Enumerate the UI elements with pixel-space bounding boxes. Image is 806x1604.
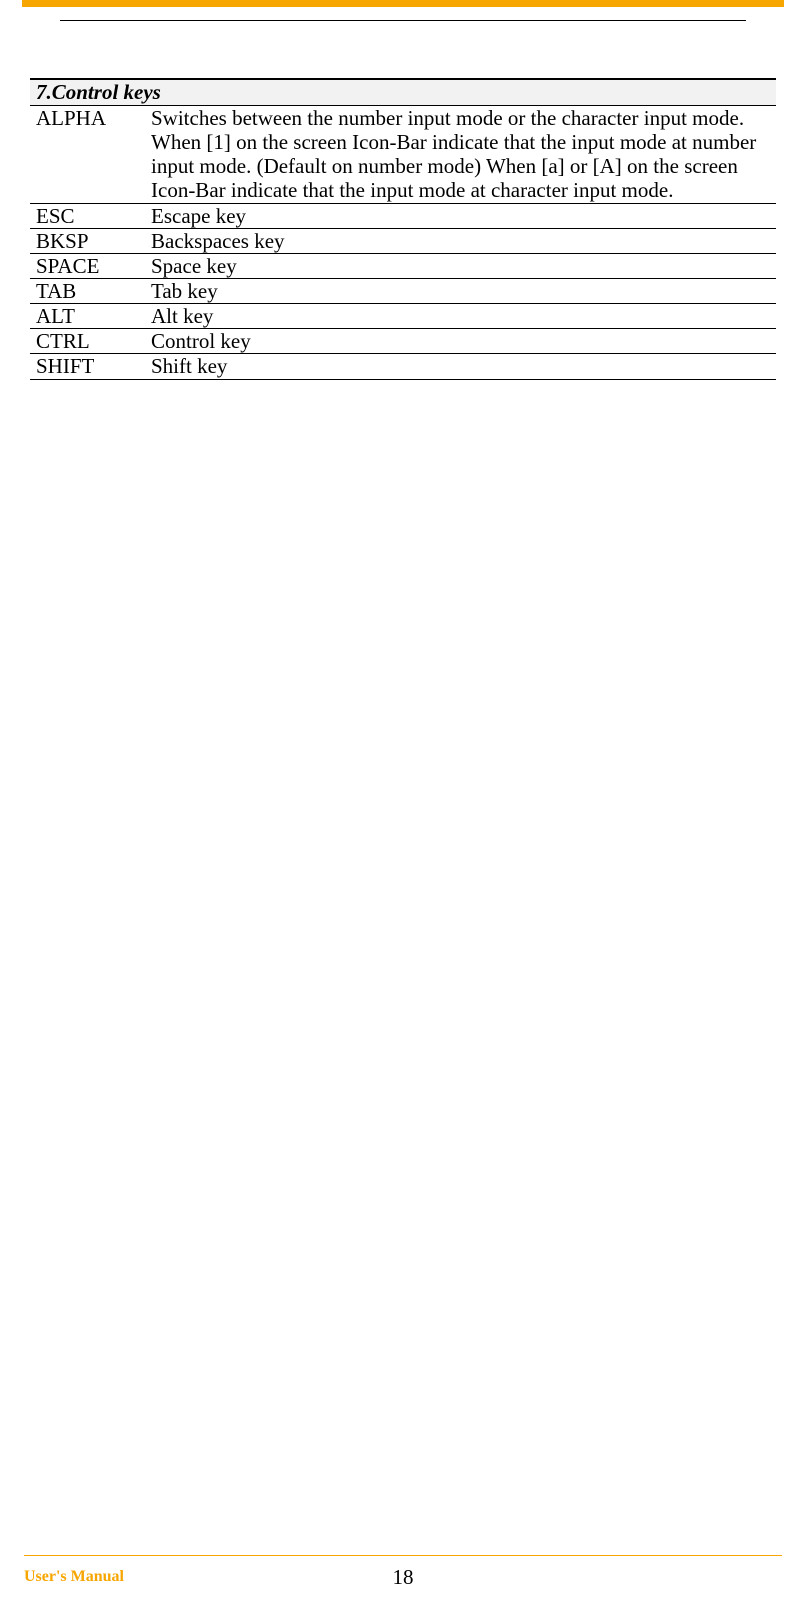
desc-cell: Escape key: [145, 203, 776, 228]
desc-cell: Space key: [145, 253, 776, 278]
key-cell: SPACE: [30, 253, 145, 278]
key-cell: CTRL: [30, 329, 145, 354]
table-row: TABTab key: [30, 278, 776, 303]
table-row: ALPHASwitches between the number input m…: [30, 106, 776, 204]
table-row: SPACESpace key: [30, 253, 776, 278]
desc-cell: Tab key: [145, 278, 776, 303]
top-orange-border: [22, 0, 784, 7]
desc-cell: Switches between the number input mode o…: [145, 106, 776, 204]
key-cell: SHIFT: [30, 354, 145, 379]
desc-cell: Alt key: [145, 304, 776, 329]
footer: 18 User's Manual: [24, 1568, 782, 1586]
desc-cell: Control key: [145, 329, 776, 354]
table-row: SHIFTShift key: [30, 354, 776, 379]
table-row: CTRLControl key: [30, 329, 776, 354]
desc-cell: Shift key: [145, 354, 776, 379]
key-cell: BKSP: [30, 228, 145, 253]
table-row: ESCEscape key: [30, 203, 776, 228]
section-title: 7.Control keys: [30, 79, 776, 106]
content-area: 7.Control keys ALPHASwitches between the…: [30, 78, 776, 380]
footer-rule: [24, 1555, 782, 1556]
page-number: 18: [24, 1565, 782, 1590]
key-cell: ALPHA: [30, 106, 145, 204]
header-rule: [60, 20, 746, 21]
key-cell: ALT: [30, 304, 145, 329]
key-cell: TAB: [30, 278, 145, 303]
desc-cell: Backspaces key: [145, 228, 776, 253]
table-row: ALTAlt key: [30, 304, 776, 329]
control-keys-table: 7.Control keys ALPHASwitches between the…: [30, 78, 776, 380]
key-cell: ESC: [30, 203, 145, 228]
table-row: BKSPBackspaces key: [30, 228, 776, 253]
table-body: ALPHASwitches between the number input m…: [30, 106, 776, 380]
